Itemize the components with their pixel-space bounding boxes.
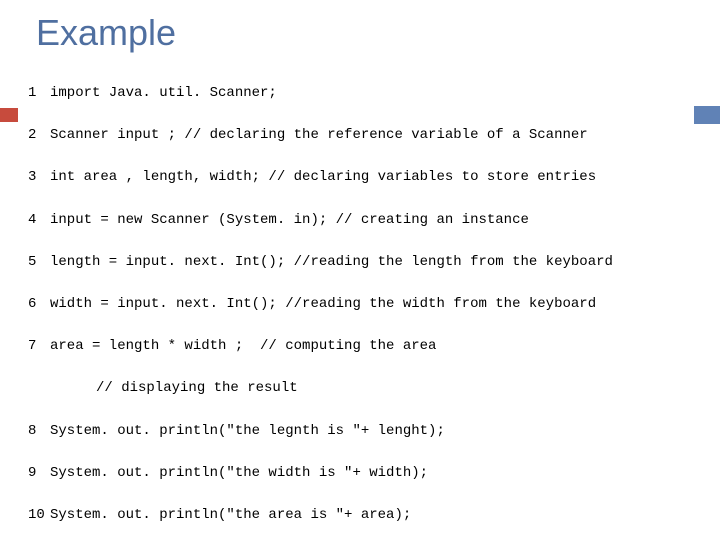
code-line: 3 int area , length, width; // declaring…	[28, 168, 692, 186]
code-text: input = new Scanner (System. in); // cre…	[50, 211, 529, 229]
code-text: System. out. println("the width is "+ wi…	[50, 464, 428, 482]
code-line: 9 System. out. println("the width is "+ …	[28, 464, 692, 482]
page-title: Example	[0, 0, 720, 54]
code-line: 2 Scanner input ; // declaring the refer…	[28, 126, 692, 144]
code-line: 7 area = length * width ; // computing t…	[28, 337, 692, 355]
code-line: 6 width = input. next. Int(); //reading …	[28, 295, 692, 313]
code-text: System. out. println("the area is "+ are…	[50, 506, 411, 524]
code-line: 4 input = new Scanner (System. in); // c…	[28, 211, 692, 229]
line-number: 5	[28, 253, 50, 271]
line-number: 6	[28, 295, 50, 313]
line-number: 7	[28, 337, 50, 355]
code-text: width = input. next. Int(); //reading th…	[50, 295, 596, 313]
line-number: 1	[28, 84, 50, 102]
line-number: 2	[28, 126, 50, 144]
code-text: import Java. util. Scanner;	[50, 84, 277, 102]
code-line: 5 length = input. next. Int(); //reading…	[28, 253, 692, 271]
code-line: 10 System. out. println("the area is "+ …	[28, 506, 692, 524]
line-number: 9	[28, 464, 50, 482]
right-accent-bar	[694, 106, 720, 124]
left-accent-bar	[0, 108, 18, 122]
code-comment: // displaying the result	[28, 379, 692, 397]
code-text: int area , length, width; // declaring v…	[50, 168, 596, 186]
code-block: 1 import Java. util. Scanner; 2 Scanner …	[0, 54, 720, 524]
line-number: 4	[28, 211, 50, 229]
code-text: Scanner input ; // declaring the referen…	[50, 126, 588, 144]
line-number: 3	[28, 168, 50, 186]
code-text: length = input. next. Int(); //reading t…	[50, 253, 613, 271]
code-text: area = length * width ; // computing the…	[50, 337, 436, 355]
line-number: 10	[28, 506, 50, 524]
line-number: 8	[28, 422, 50, 440]
code-line: 1 import Java. util. Scanner;	[28, 84, 692, 102]
code-text: System. out. println("the legnth is "+ l…	[50, 422, 445, 440]
code-line: 8 System. out. println("the legnth is "+…	[28, 422, 692, 440]
